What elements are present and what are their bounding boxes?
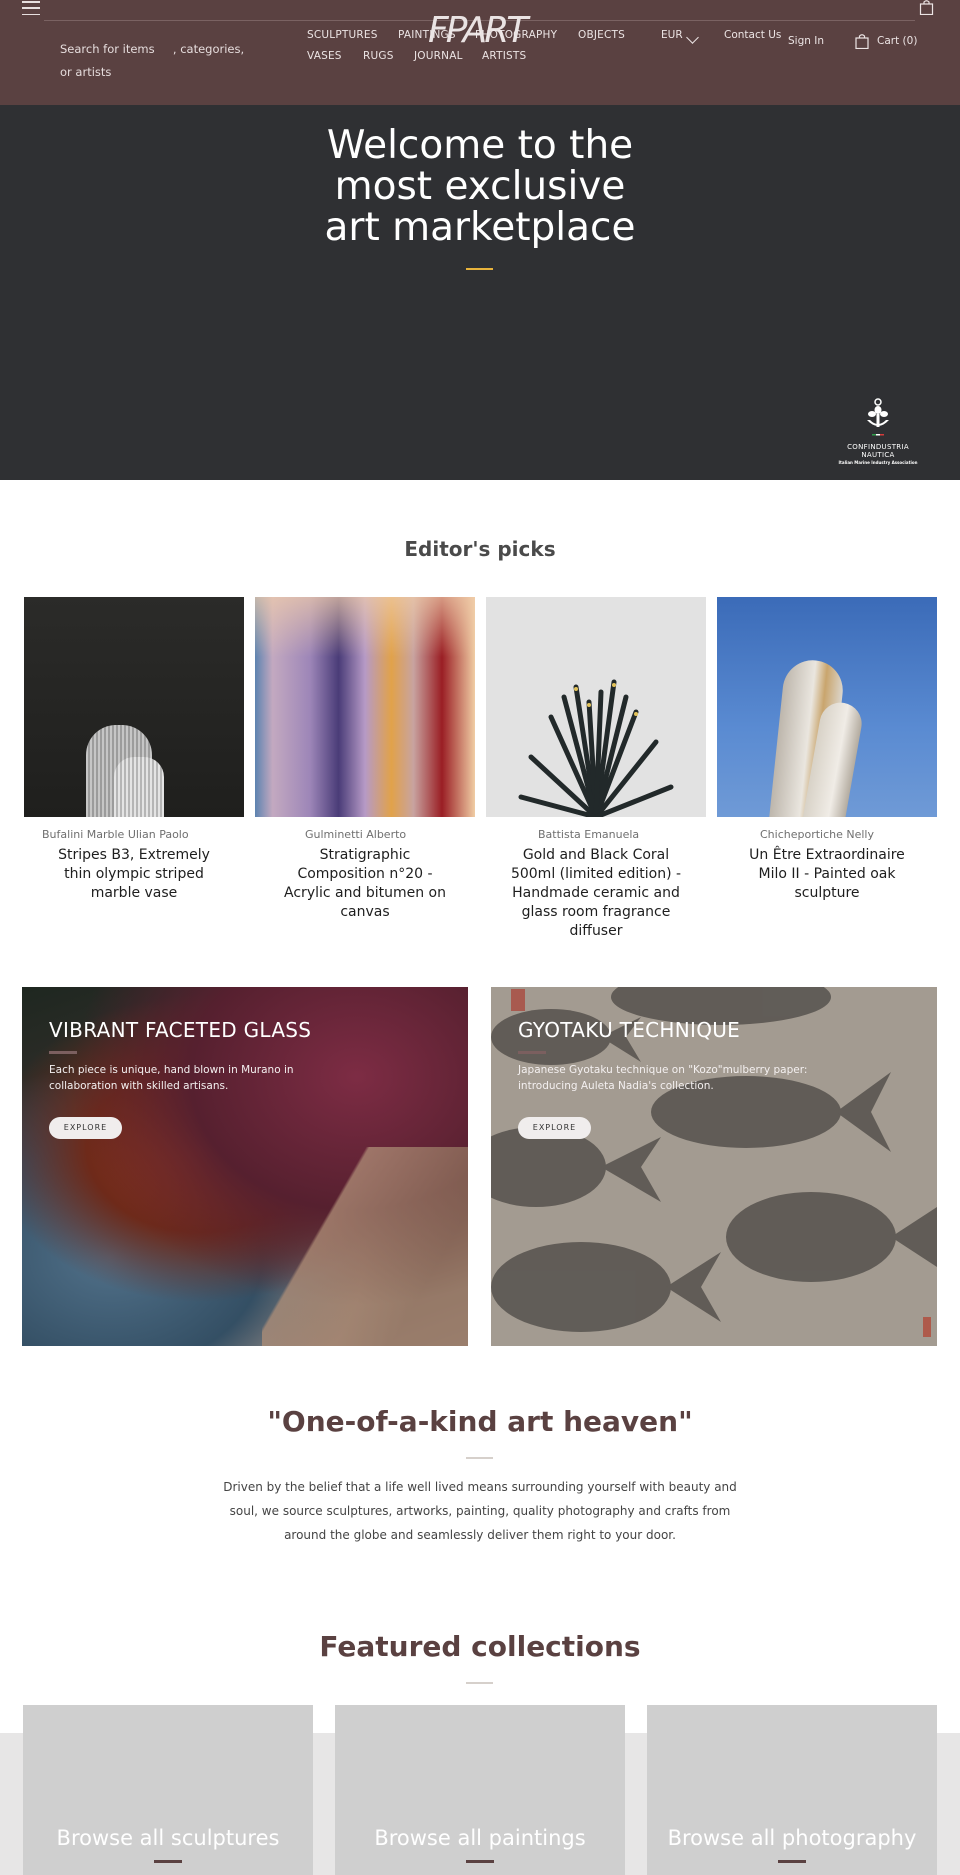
collection-title[interactable]: Browse all paintings bbox=[335, 1826, 625, 1850]
hero-title: Welcome to the most exclusive art market… bbox=[0, 125, 960, 248]
search-placeholder-line1: Search for items , categories, bbox=[60, 42, 245, 56]
product-name[interactable]: Stratigraphic Composition n°20 - Acrylic… bbox=[255, 846, 475, 922]
hero-title-line: art marketplace bbox=[324, 205, 636, 250]
site-logo[interactable]: FPART bbox=[428, 10, 528, 51]
nav-rugs[interactable]: RUGS bbox=[363, 50, 394, 62]
promo-description: Japanese Gyotaku technique on "Kozo"mulb… bbox=[518, 1064, 808, 1092]
confindustria-nautica-badge: CONFINDUSTRIA NAUTICA Italian Marine Ind… bbox=[832, 390, 924, 470]
product-card[interactable]: Gulminetti Alberto Stratigraphic Composi… bbox=[255, 597, 475, 922]
promo-divider bbox=[49, 1051, 77, 1054]
collection-card-photography[interactable]: Browse all photography bbox=[647, 1705, 937, 1875]
product-image[interactable] bbox=[255, 597, 475, 817]
chevron-down-icon bbox=[686, 31, 699, 44]
hero-title-line: Welcome to the bbox=[326, 123, 634, 168]
nav-sculptures[interactable]: SCULPTURES bbox=[307, 29, 378, 41]
nav-artists[interactable]: ARTISTS bbox=[482, 50, 526, 62]
explore-button[interactable]: EXPLORE bbox=[518, 1117, 591, 1139]
product-card[interactable]: Bufalini Marble Ulian Paolo Stripes B3, … bbox=[24, 597, 244, 903]
product-card[interactable]: Battista Emanuela Gold and Black Coral 5… bbox=[486, 597, 706, 941]
featured-collections-title: Featured collections bbox=[319, 1630, 641, 1663]
site-header: Search for items , categories, or artist… bbox=[0, 0, 960, 105]
badge-tagline: Italian Marine Industry Association bbox=[838, 460, 918, 465]
product-card[interactable]: Chicheportiche Nelly Un Être Extraordina… bbox=[717, 597, 937, 903]
nav-journal[interactable]: JOURNAL bbox=[414, 50, 463, 62]
promo-description: Each piece is unique, hand blown in Mura… bbox=[49, 1064, 294, 1092]
about-text: Driven by the belief that a life well li… bbox=[223, 1480, 737, 1542]
nav-objects[interactable]: OBJECTS bbox=[578, 29, 625, 41]
hero-title-line: most exclusive bbox=[334, 164, 626, 209]
promo-title: VIBRANT FACETED GLASS bbox=[49, 1018, 312, 1042]
collection-title[interactable]: Browse all photography bbox=[647, 1826, 937, 1850]
menu-icon[interactable] bbox=[22, 1, 40, 15]
promo-divider bbox=[518, 1051, 546, 1054]
shopping-bag-icon[interactable] bbox=[919, 0, 934, 15]
product-artist[interactable]: Battista Emanuela bbox=[486, 828, 706, 841]
nav-vases[interactable]: VASES bbox=[307, 50, 342, 62]
editors-picks-title: Editor's picks bbox=[404, 537, 556, 561]
product-name[interactable]: Stripes B3, Extremely thin olympic strip… bbox=[24, 846, 244, 903]
currency-selector[interactable]: EUR bbox=[661, 29, 699, 44]
cart-label: Cart (0) bbox=[877, 35, 918, 47]
coral-sculpture-graphic bbox=[518, 679, 674, 817]
hero-banner: Welcome to the most exclusive art market… bbox=[0, 105, 960, 480]
product-name[interactable]: Gold and Black Coral 500ml (limited edit… bbox=[486, 846, 706, 941]
product-artist[interactable]: Bufalini Marble Ulian Paolo bbox=[24, 828, 244, 841]
collection-title[interactable]: Browse all sculptures bbox=[23, 1826, 313, 1850]
hero-accent-bar bbox=[466, 268, 493, 270]
product-artist[interactable]: Gulminetti Alberto bbox=[255, 828, 475, 841]
collection-divider bbox=[154, 1860, 182, 1863]
collection-card-sculptures[interactable]: Browse all sculptures bbox=[23, 1705, 313, 1875]
badge-line: CONFINDUSTRIA bbox=[847, 443, 909, 451]
badge-name: CONFINDUSTRIA NAUTICA bbox=[832, 443, 924, 459]
about-divider bbox=[466, 1457, 493, 1459]
collection-divider bbox=[466, 1860, 494, 1863]
product-image[interactable] bbox=[24, 597, 244, 817]
collection-card-paintings[interactable]: Browse all paintings bbox=[335, 1705, 625, 1875]
collection-divider bbox=[778, 1860, 806, 1863]
search-input[interactable]: Search for items , categories, or artist… bbox=[60, 38, 250, 84]
sign-in-link[interactable]: Sign In bbox=[788, 35, 824, 47]
promo-tile-gyotaku[interactable]: GYOTAKU TECHNIQUE Japanese Gyotaku techn… bbox=[491, 987, 937, 1346]
about-title: "One-of-a-kind art heaven" bbox=[267, 1405, 693, 1438]
shopping-bag-icon bbox=[855, 34, 869, 49]
product-image[interactable] bbox=[717, 597, 937, 817]
product-name[interactable]: Un Être Extraordinaire Milo II - Painted… bbox=[717, 846, 937, 903]
product-artist[interactable]: Chicheportiche Nelly bbox=[717, 828, 937, 841]
explore-button[interactable]: EXPLORE bbox=[49, 1117, 122, 1139]
promo-title: GYOTAKU TECHNIQUE bbox=[518, 1018, 741, 1042]
featured-divider bbox=[466, 1682, 493, 1684]
anchor-icon bbox=[867, 398, 889, 436]
search-placeholder-line2: or artists bbox=[60, 65, 112, 79]
contact-link[interactable]: Contact Us bbox=[724, 29, 781, 41]
product-image[interactable] bbox=[486, 597, 706, 817]
currency-value: EUR bbox=[661, 29, 683, 41]
promo-tile-faceted-glass[interactable]: VIBRANT FACETED GLASS Each piece is uniq… bbox=[22, 987, 468, 1346]
badge-line: NAUTICA bbox=[861, 451, 895, 459]
promo-image-detail bbox=[262, 1147, 468, 1346]
